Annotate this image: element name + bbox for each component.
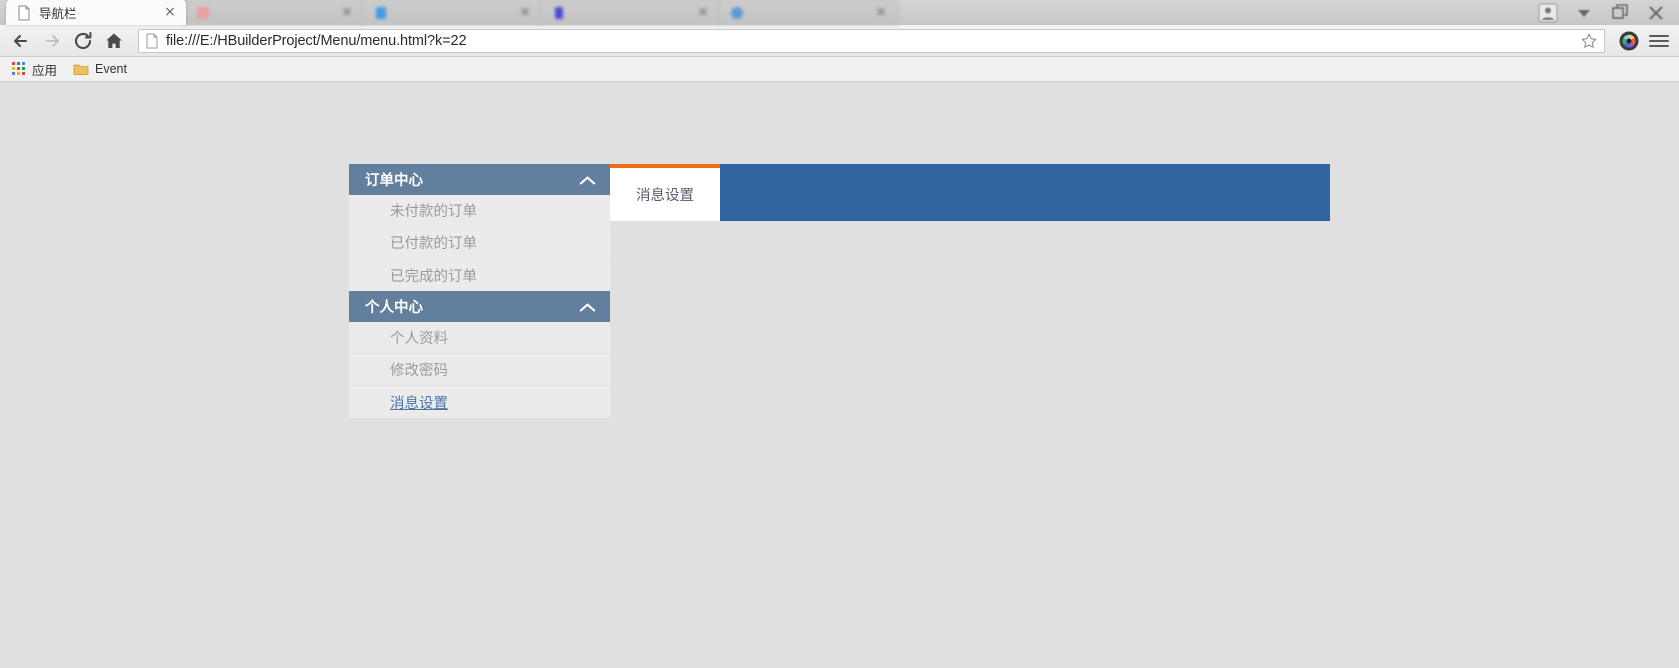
forward-arrow-icon: [46, 34, 59, 47]
chevron-up-icon: [579, 174, 596, 185]
menu-item-label: 个人资料: [390, 331, 448, 347]
tab-favicon-icon: [731, 7, 743, 19]
tab-close-icon[interactable]: ×: [339, 5, 355, 21]
menu-bar-3: [1649, 44, 1669, 47]
bookmarks-bar: 应用 Event: [0, 57, 1679, 82]
minimize-button[interactable]: [1573, 3, 1595, 23]
maximize-restore-button[interactable]: [1609, 3, 1631, 23]
content-tab-banner: [720, 164, 1330, 221]
menu-item-label: 修改密码: [390, 363, 448, 379]
tab-favicon-icon: [197, 7, 209, 19]
menu-item-label: 已付款的订单: [390, 236, 477, 252]
tab-favicon-icon: [376, 7, 386, 19]
tab-close-icon[interactable]: ×: [695, 5, 711, 21]
browser-tab-title: 导航栏: [39, 7, 77, 21]
menu-bar-2: [1649, 39, 1669, 42]
menu-item-change-password[interactable]: 修改密码: [349, 354, 610, 386]
back-button[interactable]: [10, 30, 32, 52]
accordion-header-order-center[interactable]: 订单中心: [349, 164, 610, 195]
accordion-list-order-center: 未付款的订单 已付款的订单 已完成的订单: [349, 195, 610, 291]
window-controls: [1537, 0, 1679, 25]
bookmark-item-label: Event: [95, 62, 127, 76]
reload-button[interactable]: [72, 30, 94, 52]
tab-close-icon[interactable]: ×: [517, 5, 533, 21]
browser-tab-active[interactable]: 导航栏 ×: [6, 0, 186, 25]
tab-close-icon[interactable]: ×: [873, 5, 889, 21]
back-arrow-icon: [13, 34, 28, 47]
tab-strip: 导航栏 × × × × ×: [0, 0, 1679, 25]
close-button[interactable]: [1645, 3, 1667, 23]
page-viewport: 订单中心 未付款的订单 已付款的订单 已完成的订单 个人中心 个人资料 修改密码…: [0, 84, 1679, 668]
page-favicon-icon: [18, 5, 30, 20]
menu-item-unpaid-orders[interactable]: 未付款的订单: [349, 195, 610, 227]
address-bar[interactable]: file:///E:/HBuilderProject/Menu/menu.htm…: [138, 28, 1605, 53]
browser-tab-2[interactable]: ×: [184, 0, 364, 25]
folder-icon: [73, 63, 89, 76]
browser-toolbar: file:///E:/HBuilderProject/Menu/menu.htm…: [0, 25, 1679, 57]
accordion-list-personal-center: 个人资料 修改密码 消息设置: [349, 322, 610, 418]
apps-shortcut-label: 应用: [32, 63, 58, 78]
forward-button[interactable]: [41, 30, 63, 52]
menu-bar-1: [1649, 34, 1669, 37]
menu-item-label: 消息设置: [390, 395, 448, 412]
address-bar-url: file:///E:/HBuilderProject/Menu/menu.htm…: [166, 32, 467, 49]
content-tab-message-settings[interactable]: 消息设置: [610, 164, 720, 221]
page-icon: [146, 33, 158, 48]
menu-item-paid-orders[interactable]: 已付款的订单: [349, 227, 610, 259]
profile-button[interactable]: [1537, 3, 1559, 23]
bookmark-star-icon[interactable]: [1580, 32, 1598, 50]
extension-button[interactable]: [1618, 30, 1640, 52]
tab-close-icon[interactable]: ×: [162, 4, 178, 21]
menu-item-label: 未付款的订单: [390, 204, 477, 220]
apps-grid-icon: [12, 62, 26, 76]
menu-item-label: 已完成的订单: [390, 268, 477, 285]
sidebar-accordion-menu: 订单中心 未付款的订单 已付款的订单 已完成的订单 个人中心 个人资料 修改密码…: [349, 164, 610, 419]
bookmark-item-event[interactable]: Event: [69, 60, 133, 78]
menu-item-completed-orders[interactable]: 已完成的订单: [349, 259, 610, 291]
extension-icon: [1619, 31, 1639, 50]
chrome-menu-button[interactable]: [1649, 30, 1669, 52]
home-icon: [106, 33, 122, 48]
chevron-up-icon: [579, 301, 596, 312]
apps-shortcut[interactable]: 应用: [8, 58, 63, 81]
browser-tab-5[interactable]: ×: [718, 0, 898, 25]
accordion-header-label: 订单中心: [365, 173, 423, 189]
menu-item-personal-profile[interactable]: 个人资料: [349, 322, 610, 354]
browser-tab-4[interactable]: ×: [540, 0, 720, 25]
home-button[interactable]: [103, 30, 125, 52]
browser-tab-3[interactable]: ×: [362, 0, 542, 25]
menu-item-message-settings[interactable]: 消息设置: [349, 386, 610, 418]
accordion-header-label: 个人中心: [365, 300, 423, 316]
accordion-header-personal-center[interactable]: 个人中心: [349, 291, 610, 322]
browser-window: 导航栏 × × × × × file:///E:/HBuilderProject…: [0, 0, 1679, 668]
reload-icon: [74, 31, 92, 49]
content-tab-label: 消息设置: [636, 188, 694, 204]
content-tab-strip: 消息设置: [610, 164, 1330, 221]
tab-favicon-icon: [555, 7, 563, 19]
